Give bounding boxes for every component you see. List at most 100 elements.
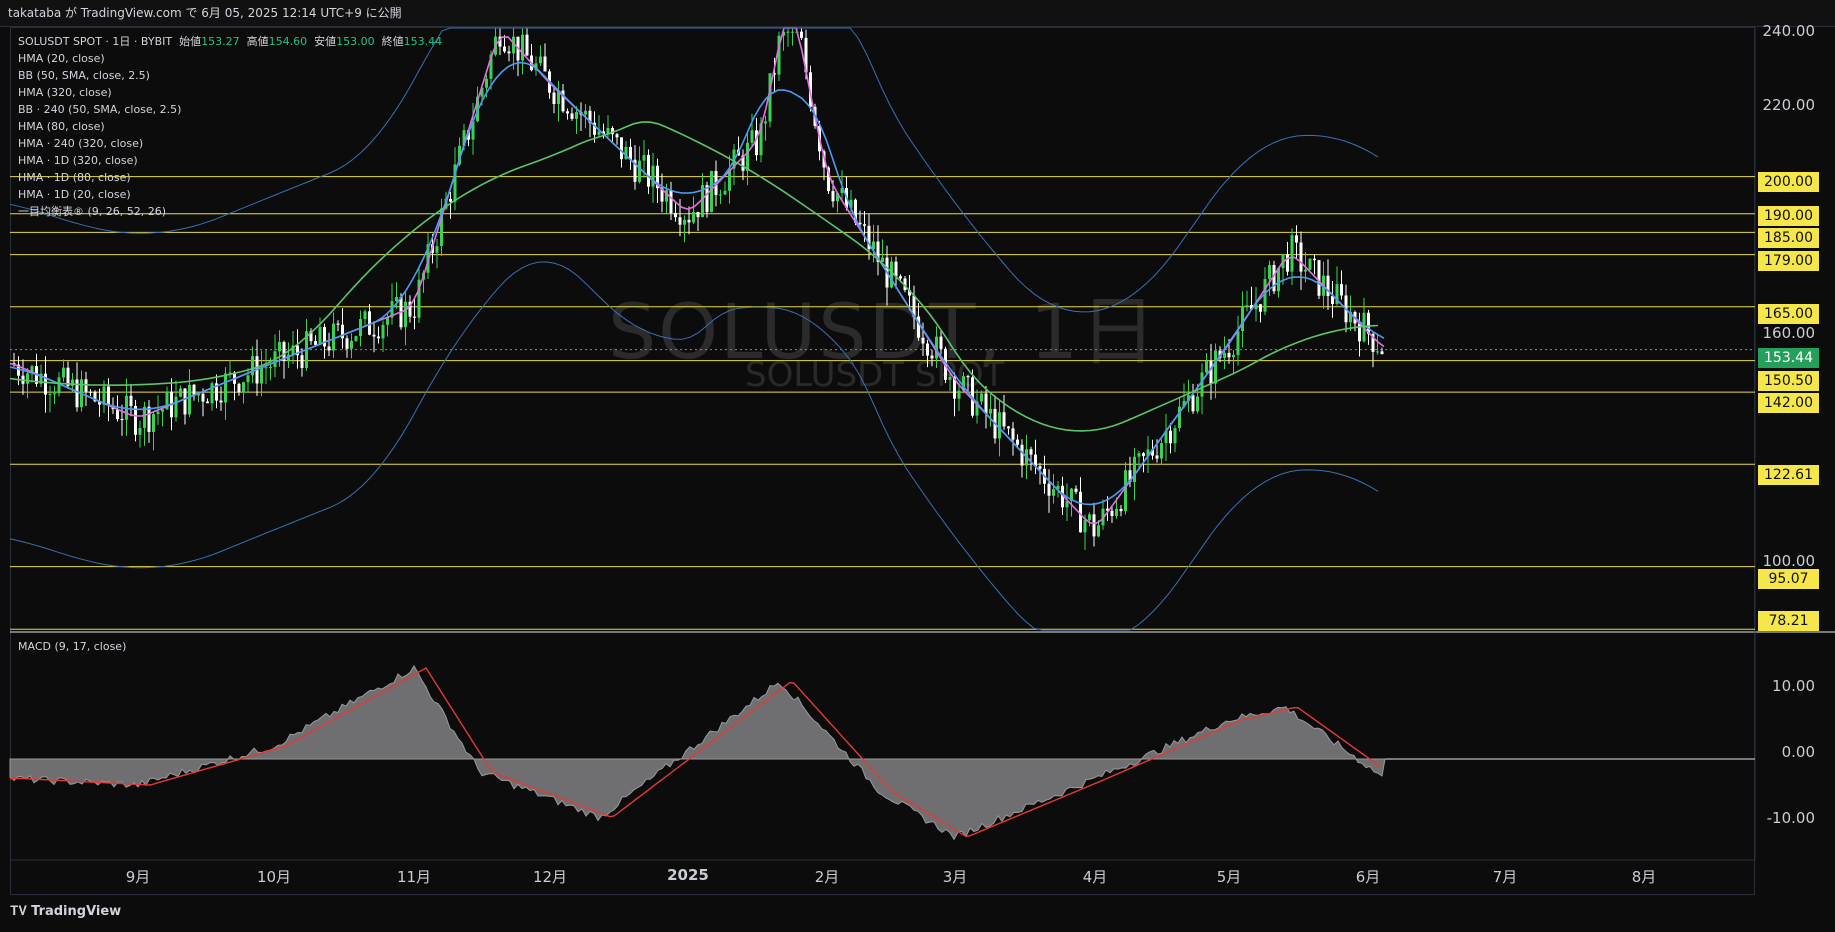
- candle-body: [188, 384, 191, 415]
- price-level-tag[interactable]: 78.21: [1758, 611, 1819, 631]
- candle-body: [138, 427, 142, 435]
- candle-body: [1259, 304, 1262, 312]
- candle-body: [179, 388, 182, 397]
- legend-indicator[interactable]: HMA · 1D (80, close): [18, 169, 442, 186]
- candle-body: [1286, 254, 1289, 272]
- candle-body: [1326, 275, 1330, 297]
- candle-body: [719, 194, 722, 196]
- candle-body: [1016, 439, 1019, 445]
- candle-body: [120, 419, 124, 421]
- candle-body: [1227, 352, 1231, 358]
- candle-body: [183, 388, 187, 415]
- candle-body: [539, 56, 542, 64]
- tradingview-footer[interactable]: 𝐓𝐕 TradingView: [10, 904, 121, 919]
- x-tick-label: 9月: [125, 868, 151, 886]
- price-level-tag[interactable]: 142.00: [1758, 393, 1819, 413]
- x-tick-label: 3月: [942, 868, 968, 886]
- candle-body: [575, 111, 578, 119]
- x-tick-label: 11月: [396, 868, 432, 886]
- legend-indicator[interactable]: HMA (80, close): [18, 118, 442, 135]
- candle-body: [147, 406, 151, 432]
- candle-body: [57, 377, 61, 394]
- candle-body: [957, 390, 961, 399]
- close-label: 終値: [381, 35, 404, 48]
- candle-body: [381, 324, 385, 339]
- candle-body: [350, 340, 353, 349]
- candle-body: [939, 336, 943, 349]
- legend-indicator[interactable]: 一目均衡表® (9, 26, 52, 26): [18, 203, 442, 220]
- candle-body: [831, 191, 835, 202]
- macd-y-tick-label: -10.00: [1766, 809, 1815, 827]
- legend-indicator[interactable]: BB · 240 (50, SMA, close, 2.5): [18, 101, 442, 118]
- candle-body: [1092, 514, 1096, 537]
- candle-body: [269, 367, 272, 369]
- legend-indicator[interactable]: HMA (320, close): [18, 84, 442, 101]
- candle-body: [746, 142, 749, 171]
- candle-body: [395, 297, 398, 302]
- candle-body: [521, 34, 524, 61]
- candle-body: [1376, 351, 1379, 353]
- candle-body: [998, 412, 1001, 439]
- candle-body: [786, 31, 790, 33]
- candle-body: [1317, 260, 1321, 296]
- tradingview-logo-icon: 𝐓𝐕: [10, 904, 32, 919]
- candle-body: [750, 130, 754, 143]
- price-level-tag[interactable]: 122.61: [1758, 465, 1819, 485]
- price-level-tag[interactable]: 179.00: [1758, 251, 1819, 271]
- candle-body: [638, 160, 641, 182]
- candle-body: [948, 376, 952, 380]
- candle-body: [570, 113, 574, 119]
- legend-main-row: SOLUSDT SPOT · 1日 · BYBIT 始値153.27 高値154…: [18, 33, 442, 50]
- price-level-tag[interactable]: 185.00: [1758, 228, 1819, 248]
- candle-body: [1083, 520, 1087, 533]
- price-level-tag[interactable]: 190.00: [1758, 206, 1819, 226]
- candle-body: [1277, 268, 1280, 292]
- candle-body: [386, 317, 389, 325]
- legend-close: 153.44: [403, 35, 443, 48]
- candle-body: [696, 211, 700, 218]
- x-tick-label: 4月: [1082, 868, 1108, 886]
- x-tick-label: 2025: [667, 866, 709, 884]
- last-price-tag[interactable]: 153.44: [1758, 348, 1819, 368]
- candle-body: [552, 92, 556, 104]
- candle-body: [152, 414, 155, 432]
- legend-indicator[interactable]: HMA · 1D (320, close): [18, 152, 442, 169]
- candle-body: [246, 375, 250, 383]
- candle-body: [435, 246, 439, 253]
- candle-body: [377, 336, 380, 339]
- candle-body: [1313, 258, 1316, 261]
- candle-body: [206, 401, 209, 404]
- candle-body: [683, 219, 686, 225]
- legend-high: 154.60: [268, 35, 308, 48]
- price-level-tag[interactable]: 165.00: [1758, 304, 1819, 324]
- price-level-tag[interactable]: 200.00: [1758, 172, 1819, 192]
- candle-body: [615, 134, 619, 138]
- candle-body: [647, 155, 650, 187]
- candle-body: [525, 34, 529, 56]
- legend-indicator[interactable]: HMA (20, close): [18, 50, 442, 67]
- candle-body: [219, 400, 223, 403]
- candle-body: [1137, 453, 1141, 457]
- price-level-tag[interactable]: 95.07: [1758, 569, 1819, 589]
- candle-body: [314, 341, 317, 345]
- price-level-tag[interactable]: 150.50: [1758, 371, 1819, 391]
- candle-body: [1133, 456, 1136, 483]
- macd-legend[interactable]: MACD (9, 17, close): [18, 640, 126, 653]
- candle-body: [674, 212, 677, 218]
- candle-body: [1142, 453, 1145, 456]
- y-tick-label: 220.00: [1762, 96, 1816, 114]
- legend-indicator[interactable]: BB (50, SMA, close, 2.5): [18, 67, 442, 84]
- candle-body: [1169, 430, 1172, 444]
- x-tick-label: 10月: [256, 868, 292, 886]
- legend-indicator[interactable]: HMA · 1D (20, close): [18, 186, 442, 203]
- candle-body: [926, 343, 929, 356]
- candle-body: [134, 405, 137, 435]
- legend-indicator[interactable]: HMA · 240 (320, close): [18, 135, 442, 152]
- candle-body: [1011, 428, 1015, 440]
- x-tick-label: 5月: [1216, 868, 1242, 886]
- candle-body: [881, 257, 884, 262]
- candle-body: [1155, 455, 1159, 459]
- candle-body: [863, 224, 866, 226]
- candle-body: [791, 31, 794, 33]
- candle-body: [764, 121, 767, 124]
